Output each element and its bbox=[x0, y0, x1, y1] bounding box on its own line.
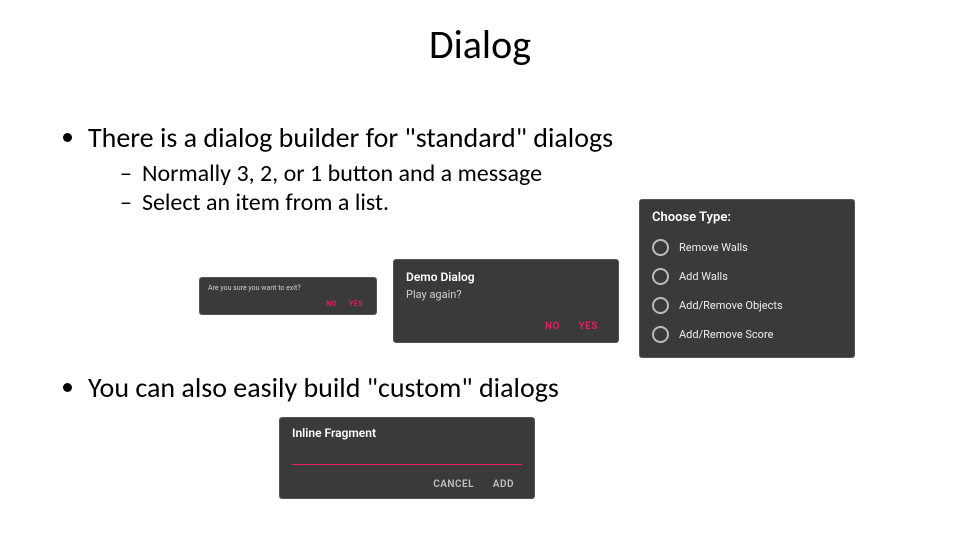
exit-confirm-message: Are you sure you want to exit? bbox=[208, 284, 368, 292]
bullet-2: You can also easily build "custom" dialo… bbox=[88, 370, 900, 405]
bullet-list-2: You can also easily build "custom" dialo… bbox=[60, 370, 900, 405]
exit-confirm-actions: NO YES bbox=[208, 298, 368, 310]
dialog-figures-row: Are you sure you want to exit? NO YES De… bbox=[200, 260, 618, 342]
option-label: Add/Remove Objects bbox=[679, 299, 783, 312]
bullet-1-sub-1-text: Normally 3, 2, or 1 button and a message bbox=[142, 159, 542, 188]
bullet-2-container: You can also easily build "custom" dialo… bbox=[60, 370, 900, 411]
demo-dialog: Demo Dialog Play again? NO YES bbox=[394, 260, 618, 342]
option-remove-walls[interactable]: Remove Walls bbox=[652, 233, 842, 262]
option-label: Remove Walls bbox=[679, 241, 748, 254]
slide: Dialog There is a dialog builder for "st… bbox=[0, 0, 960, 540]
demo-dialog-title: Demo Dialog bbox=[406, 270, 606, 284]
choose-type-dialog: Choose Type: Remove Walls Add Walls Add/… bbox=[640, 200, 854, 357]
option-add-walls[interactable]: Add Walls bbox=[652, 262, 842, 291]
radio-icon bbox=[652, 268, 669, 285]
no-button[interactable]: NO bbox=[537, 317, 568, 336]
slide-title: Dialog bbox=[0, 20, 960, 69]
inline-fragment-actions: CANCEL ADD bbox=[292, 475, 522, 494]
custom-dialog-figure: Inline Fragment CANCEL ADD bbox=[280, 418, 534, 498]
demo-dialog-message: Play again? bbox=[406, 288, 606, 301]
radio-icon bbox=[652, 239, 669, 256]
bullet-1-sub-2-text: Select an item from a list. bbox=[142, 188, 389, 217]
inline-fragment-dialog: Inline Fragment CANCEL ADD bbox=[280, 418, 534, 498]
bullet-1-sub-1: Normally 3, 2, or 1 button and a message bbox=[120, 159, 900, 188]
cancel-button[interactable]: CANCEL bbox=[425, 475, 482, 494]
choose-type-title: Choose Type: bbox=[652, 210, 842, 225]
yes-button[interactable]: YES bbox=[571, 317, 606, 336]
yes-button[interactable]: YES bbox=[344, 298, 368, 310]
add-button[interactable]: ADD bbox=[485, 475, 522, 494]
option-add-remove-score[interactable]: Add/Remove Score bbox=[652, 320, 842, 349]
option-label: Add Walls bbox=[679, 270, 728, 283]
exit-confirm-dialog: Are you sure you want to exit? NO YES bbox=[200, 278, 376, 314]
bullet-2-text: You can also easily build "custom" dialo… bbox=[88, 370, 559, 405]
option-add-remove-objects[interactable]: Add/Remove Objects bbox=[652, 291, 842, 320]
bullet-1-text: There is a dialog builder for "standard"… bbox=[88, 120, 613, 155]
no-button[interactable]: NO bbox=[321, 298, 342, 310]
radio-icon bbox=[652, 326, 669, 343]
text-input[interactable] bbox=[292, 450, 522, 465]
inline-fragment-title: Inline Fragment bbox=[292, 426, 522, 440]
option-label: Add/Remove Score bbox=[679, 328, 773, 341]
radio-icon bbox=[652, 297, 669, 314]
demo-dialog-actions: NO YES bbox=[406, 317, 606, 336]
